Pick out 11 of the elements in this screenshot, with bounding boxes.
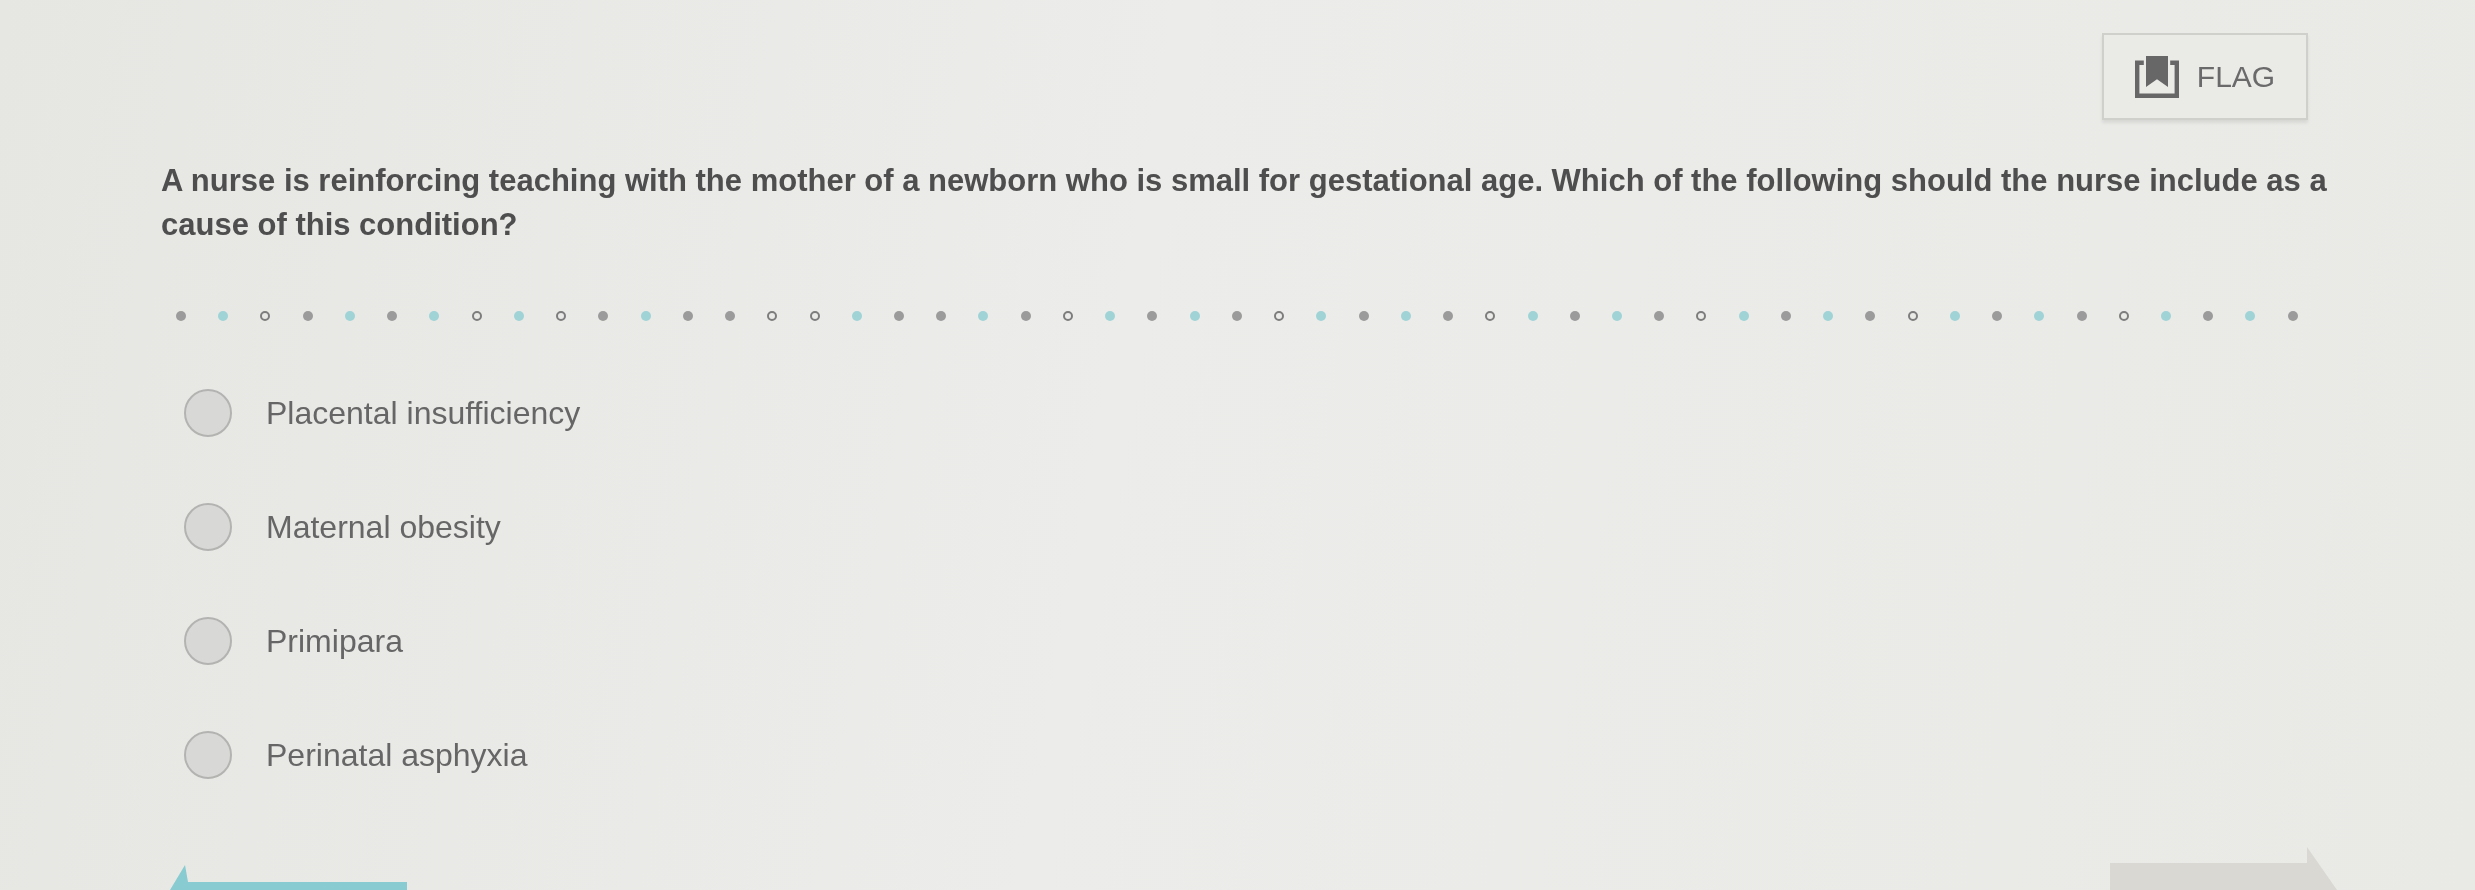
answer-option[interactable]: Primipara [266,622,403,660]
answer-option[interactable]: Placental insufficiency [266,394,581,432]
radio-button[interactable] [184,617,232,665]
answer-option[interactable]: Perinatal asphyxia [266,736,528,774]
bookmark-icon [2134,55,2179,98]
flag-button[interactable]: FLAG [2102,33,2308,120]
radio-button[interactable] [184,731,232,779]
radio-button[interactable] [184,503,232,551]
radio-button[interactable] [184,389,232,437]
answer-option[interactable]: Maternal obesity [266,508,501,546]
question-text: A nurse is reinforcing teaching with the mother of a newborn who is small for gestational age. Which of the following should the nurse include as a cause of this condition? [161,162,2328,244]
